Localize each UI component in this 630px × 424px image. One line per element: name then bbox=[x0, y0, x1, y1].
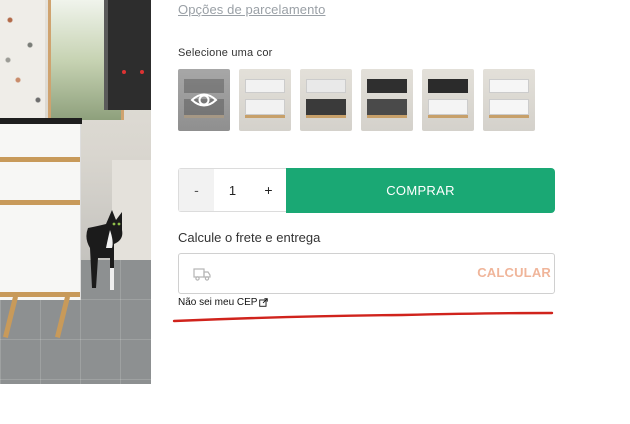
color-swatch-3[interactable] bbox=[300, 69, 352, 131]
external-link-icon bbox=[259, 298, 269, 307]
color-swatch-1[interactable] bbox=[178, 69, 230, 131]
color-swatch-5[interactable] bbox=[422, 69, 474, 131]
terrazzo-wall bbox=[0, 0, 45, 120]
red-underline-annotation bbox=[172, 311, 554, 323]
color-swatch-list bbox=[178, 69, 535, 131]
calculate-shipping-button[interactable]: CALCULAR bbox=[477, 265, 551, 280]
cep-input[interactable] bbox=[219, 262, 463, 288]
color-swatch-2[interactable] bbox=[239, 69, 291, 131]
quantity-value[interactable]: 1 bbox=[214, 169, 251, 211]
unknown-cep-text[interactable]: Não sei meu CEP bbox=[178, 297, 257, 308]
quantity-decrease-button[interactable]: - bbox=[179, 169, 214, 211]
quantity-stepper: - 1 + bbox=[178, 168, 286, 212]
unknown-cep-link[interactable]: Não sei meu CEP bbox=[178, 297, 269, 308]
color-swatch-6[interactable] bbox=[483, 69, 535, 131]
truck-icon bbox=[193, 268, 211, 281]
select-color-label: Selecione uma cor bbox=[178, 47, 273, 59]
cep-field: CALCULAR bbox=[178, 253, 555, 294]
quantity-increase-button[interactable]: + bbox=[251, 169, 286, 211]
product-photo bbox=[0, 0, 151, 384]
color-swatch-4[interactable] bbox=[361, 69, 413, 131]
built-in-oven bbox=[104, 0, 151, 110]
buy-button[interactable]: COMPRAR bbox=[286, 168, 555, 213]
white-cabinet bbox=[0, 124, 81, 300]
eye-icon bbox=[190, 93, 218, 107]
cat-image bbox=[86, 210, 123, 290]
installment-options-link[interactable]: Opções de parcelamento bbox=[178, 2, 325, 17]
shipping-label: Calcule o frete e entrega bbox=[178, 230, 321, 245]
